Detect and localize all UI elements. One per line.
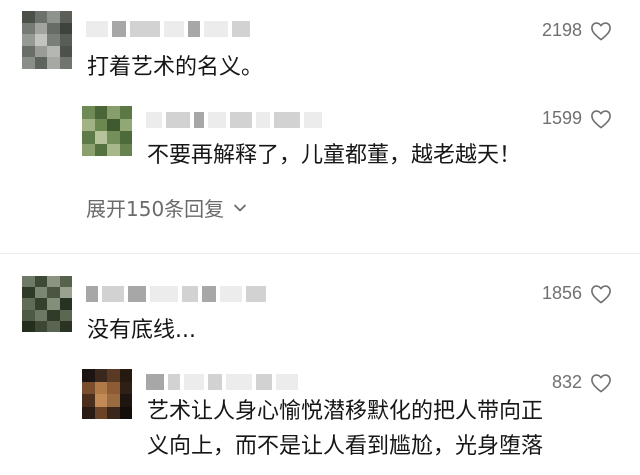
- like-count-value: 1856: [541, 283, 582, 303]
- avatar[interactable]: [82, 106, 132, 156]
- like-count-value: 832: [551, 372, 582, 392]
- like-count-value: 2198: [541, 20, 582, 40]
- like-count[interactable]: 2198: [542, 20, 612, 41]
- like-count-value: 1599: [541, 108, 582, 128]
- username-blurred[interactable]: [146, 371, 298, 393]
- like-count[interactable]: 832: [552, 372, 612, 393]
- heart-outline-icon[interactable]: [590, 21, 612, 41]
- username-blurred[interactable]: [146, 109, 322, 131]
- avatar[interactable]: [22, 11, 72, 69]
- comment-text: 打着艺术的名义。: [87, 55, 264, 80]
- chevron-down-icon: [234, 204, 247, 211]
- avatar[interactable]: [82, 369, 132, 419]
- like-count[interactable]: 1856: [542, 283, 612, 304]
- username-blurred[interactable]: [86, 283, 266, 305]
- reply-text: 不要再解释了，儿童都董，越老越天！: [147, 143, 522, 168]
- reply-text-line: 艺术让人身心愉悦潜移默化的把人带向正: [147, 399, 544, 424]
- username-blurred[interactable]: [86, 18, 250, 40]
- divider: [0, 253, 640, 254]
- avatar[interactable]: [22, 276, 72, 332]
- heart-outline-icon[interactable]: [590, 109, 612, 129]
- expand-replies-label: 展开150条回复: [86, 197, 225, 221]
- heart-outline-icon[interactable]: [590, 373, 612, 393]
- comment-text: 没有底线...: [87, 318, 196, 343]
- reply-text-line: 义向上，而不是让人看到尴尬，光身堕落: [147, 434, 544, 459]
- like-count[interactable]: 1599: [542, 108, 612, 129]
- heart-outline-icon[interactable]: [590, 284, 612, 304]
- expand-replies-button[interactable]: 展开150条回复: [86, 193, 248, 222]
